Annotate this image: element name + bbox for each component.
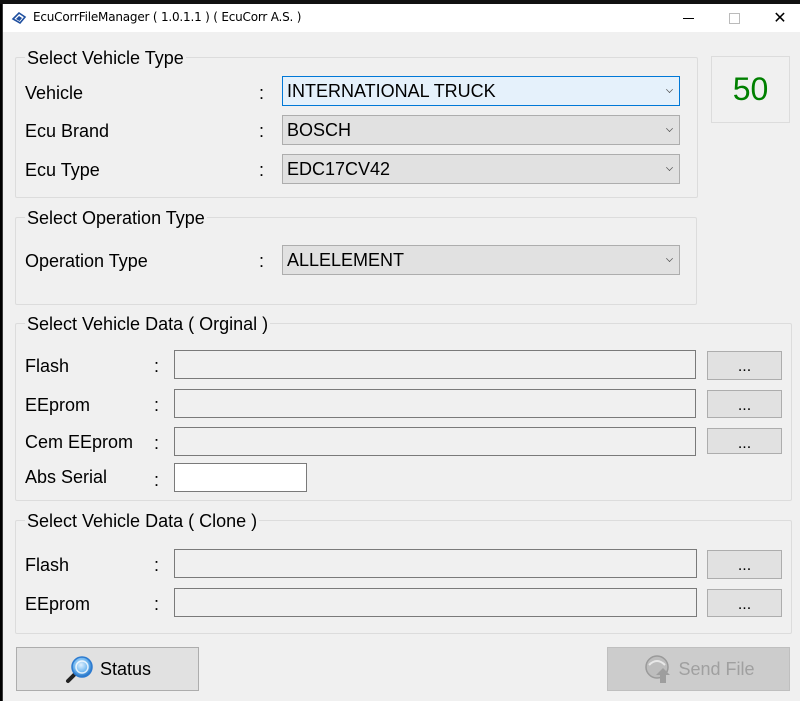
ecu-brand-label: Ecu Brand [25, 121, 110, 141]
title-bar[interactable]: EcuCorrFileManager ( 1.0.1.1 ) ( EcuCorr… [3, 4, 800, 32]
clone-flash-colon: : [154, 555, 160, 575]
maximize-icon [728, 12, 740, 24]
upload-globe-icon [645, 655, 671, 683]
clone-flash-label: Flash [25, 555, 70, 575]
original-cem-eeprom-colon: : [154, 433, 160, 453]
chevron-down-icon [666, 86, 673, 93]
operation-type-select-value: ALLELEMENT [287, 250, 405, 270]
operation-type-colon: : [259, 251, 265, 271]
clone-data-title: Select Vehicle Data ( Clone ) [25, 511, 260, 532]
original-cem-eeprom-label: Cem EEprom [25, 432, 134, 452]
counter-value: 50 [732, 71, 769, 107]
clone-flash-browse-button[interactable]: ... [707, 550, 782, 579]
original-flash-browse-button[interactable]: ... [707, 351, 782, 380]
clone-eeprom-browse-button[interactable]: ... [707, 589, 782, 617]
original-cem-eeprom-path-field[interactable] [174, 427, 696, 456]
chevron-down-icon [666, 164, 673, 171]
vehicle-type-title: Select Vehicle Type [25, 48, 186, 69]
vehicle-label: Vehicle [25, 83, 84, 103]
vehicle-colon: : [259, 83, 265, 103]
original-eeprom-path-field[interactable] [174, 389, 696, 418]
clone-eeprom-colon: : [154, 594, 160, 614]
ecu-type-select[interactable]: EDC17CV42 [282, 154, 680, 184]
abs-serial-input[interactable] [174, 463, 307, 492]
minimize-button[interactable] [665, 4, 711, 32]
original-eeprom-colon: : [154, 395, 160, 415]
ecu-type-colon: : [259, 160, 265, 180]
abs-serial-label: Abs Serial [25, 467, 108, 487]
clone-eeprom-path-field[interactable] [174, 588, 697, 617]
ecu-type-select-value: EDC17CV42 [287, 159, 391, 179]
clone-eeprom-label: EEprom [25, 594, 91, 614]
app-logo-icon [11, 11, 27, 25]
clone-flash-path-field[interactable] [174, 549, 697, 578]
original-flash-path-field[interactable] [174, 350, 696, 379]
magnifier-icon [65, 656, 93, 683]
operation-type-label: Operation Type [25, 251, 148, 271]
status-button-label: Status [99, 658, 152, 679]
operation-type-select[interactable]: ALLELEMENT [282, 245, 680, 275]
status-button[interactable]: Status [16, 647, 199, 691]
counter-display: 50 [711, 56, 790, 123]
original-eeprom-label: EEprom [25, 395, 91, 415]
ecu-brand-colon: : [259, 121, 265, 141]
vehicle-select[interactable]: INTERNATIONAL TRUCK [282, 76, 680, 106]
app-window: EcuCorrFileManager ( 1.0.1.1 ) ( EcuCorr… [2, 4, 800, 701]
operation-type-title: Select Operation Type [25, 208, 207, 229]
maximize-button[interactable] [711, 4, 757, 32]
minimize-icon [682, 17, 694, 19]
original-flash-colon: : [154, 356, 160, 376]
window-title: EcuCorrFileManager ( 1.0.1.1 ) ( EcuCorr… [33, 10, 302, 24]
close-button[interactable]: ✕ [757, 4, 800, 32]
ecu-brand-select-value: BOSCH [287, 120, 352, 140]
abs-serial-colon: : [154, 470, 160, 490]
ecu-brand-select[interactable]: BOSCH [282, 115, 680, 145]
original-cem-eeprom-browse-button[interactable]: ... [707, 428, 782, 454]
original-eeprom-browse-button[interactable]: ... [707, 390, 782, 418]
ecu-type-label: Ecu Type [25, 160, 100, 180]
vehicle-select-value: INTERNATIONAL TRUCK [287, 81, 496, 101]
send-file-button-label: Send File [678, 658, 755, 679]
original-flash-label: Flash [25, 356, 70, 376]
chevron-down-icon [666, 255, 673, 262]
original-data-title: Select Vehicle Data ( Orginal ) [25, 314, 271, 335]
send-file-button[interactable]: Send File [607, 647, 790, 691]
chevron-down-icon [666, 125, 673, 132]
close-icon: ✕ [773, 8, 787, 27]
